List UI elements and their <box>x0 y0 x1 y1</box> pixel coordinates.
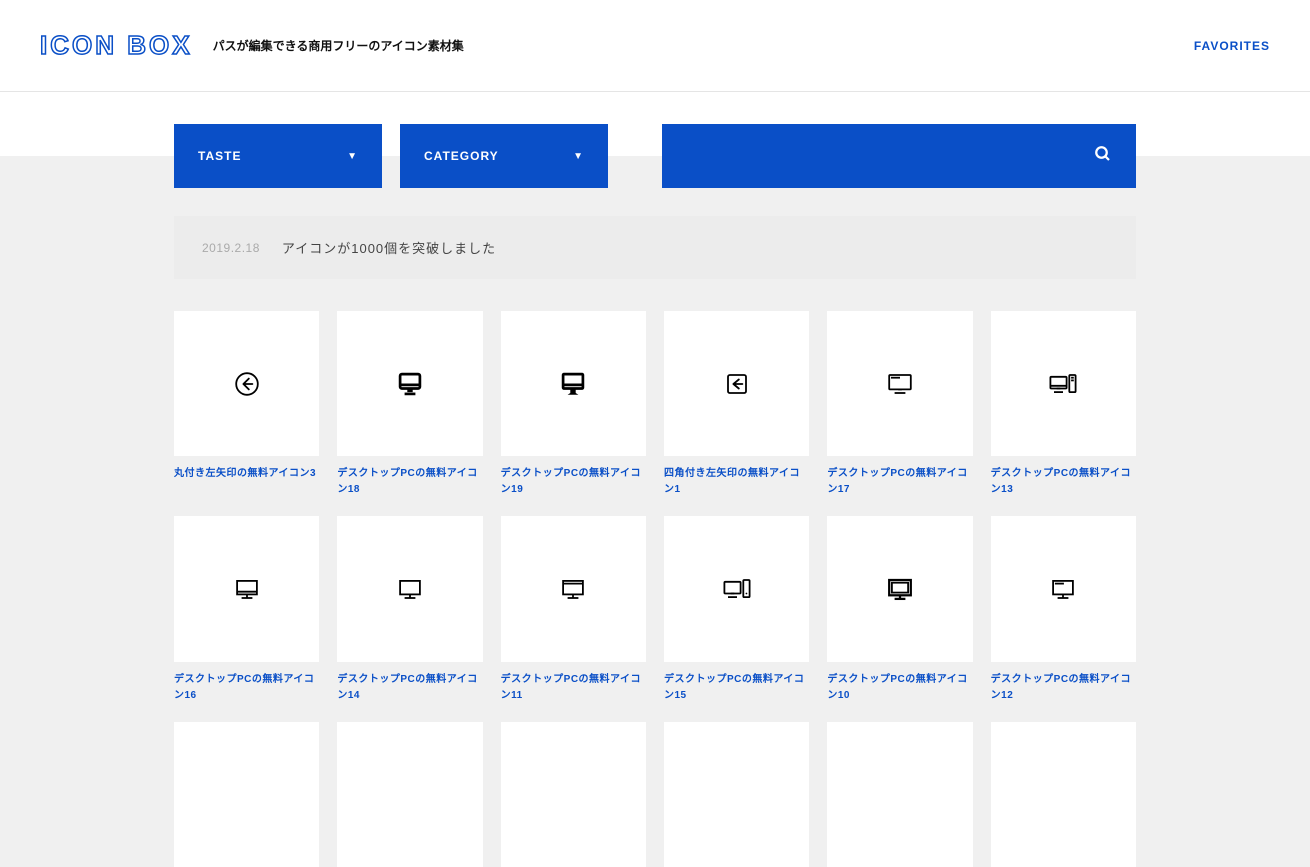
tagline: パスが編集できる商用フリーのアイコン素材集 <box>213 37 464 54</box>
icon-title: 丸付き左矢印の無料アイコン3 <box>174 466 319 482</box>
icon-title: デスクトップPCの無料アイコン12 <box>991 672 1136 704</box>
icon-title: デスクトップPCの無料アイコン15 <box>664 672 809 704</box>
taste-dropdown[interactable]: TASTE ▼ <box>174 124 382 188</box>
icon-thumbnail <box>174 722 319 867</box>
news-date: 2019.2.18 <box>202 241 260 255</box>
icon-card[interactable]: デスクトップPCの無料アイコン19 <box>501 311 646 498</box>
icon-thumbnail <box>991 311 1136 456</box>
icon-thumbnail <box>664 722 809 867</box>
icon-thumbnail <box>664 311 809 456</box>
category-dropdown[interactable]: CATEGORY ▼ <box>400 124 608 188</box>
icon-thumbnail <box>664 516 809 661</box>
icon-card[interactable]: デスクトップPCの無料アイコン14 <box>337 516 482 703</box>
icon-title: デスクトップPCの無料アイコン16 <box>174 672 319 704</box>
icon-title: デスクトップPCの無料アイコン19 <box>501 466 646 498</box>
icon-title: デスクトップPCの無料アイコン13 <box>991 466 1136 498</box>
icon-title: デスクトップPCの無料アイコン10 <box>827 672 972 704</box>
icon-card[interactable] <box>827 722 972 867</box>
icon-card[interactable]: デスクトップPCの無料アイコン10 <box>827 516 972 703</box>
icon-thumbnail <box>501 311 646 456</box>
icon-card[interactable] <box>174 722 319 867</box>
icon-title: デスクトップPCの無料アイコン18 <box>337 466 482 498</box>
icon-thumbnail <box>827 311 972 456</box>
icon-card[interactable]: デスクトップPCの無料アイコン12 <box>991 516 1136 703</box>
icon-card[interactable] <box>991 722 1136 867</box>
icon-thumbnail <box>337 722 482 867</box>
icon-thumbnail <box>337 311 482 456</box>
icon-thumbnail <box>827 722 972 867</box>
chevron-down-icon: ▼ <box>573 151 584 162</box>
icon-thumbnail <box>174 516 319 661</box>
search-icon[interactable] <box>1094 145 1112 168</box>
icon-thumbnail <box>174 311 319 456</box>
icon-card[interactable]: デスクトップPCの無料アイコン13 <box>991 311 1136 498</box>
icon-title: デスクトップPCの無料アイコン11 <box>501 672 646 704</box>
icon-card[interactable]: デスクトップPCの無料アイコン18 <box>337 311 482 498</box>
icon-thumbnail <box>501 722 646 867</box>
icon-card[interactable] <box>501 722 646 867</box>
icon-title: 四角付き左矢印の無料アイコン1 <box>664 466 809 498</box>
icon-card[interactable] <box>664 722 809 867</box>
icon-card[interactable]: 四角付き左矢印の無料アイコン1 <box>664 311 809 498</box>
search-input[interactable] <box>686 148 1094 164</box>
icon-card[interactable]: デスクトップPCの無料アイコン17 <box>827 311 972 498</box>
search-bar[interactable] <box>662 124 1136 188</box>
chevron-down-icon: ▼ <box>347 151 358 162</box>
news-text: アイコンが1000個を突破しました <box>282 238 496 257</box>
category-label: CATEGORY <box>424 149 499 163</box>
icon-card[interactable] <box>337 722 482 867</box>
icon-thumbnail <box>827 516 972 661</box>
header: ICON BOX パスが編集できる商用フリーのアイコン素材集 FAVORITES <box>0 0 1310 92</box>
icon-thumbnail <box>501 516 646 661</box>
icon-thumbnail <box>337 516 482 661</box>
icon-card[interactable]: デスクトップPCの無料アイコン11 <box>501 516 646 703</box>
icon-grid: 丸付き左矢印の無料アイコン3 デスクトップPCの無料アイコン18 デスクトップPCの… <box>174 311 1136 867</box>
icon-title: デスクトップPCの無料アイコン17 <box>827 466 972 498</box>
icon-title: デスクトップPCの無料アイコン14 <box>337 672 482 704</box>
icon-card[interactable]: デスクトップPCの無料アイコン16 <box>174 516 319 703</box>
icon-thumbnail <box>991 516 1136 661</box>
icon-card[interactable]: デスクトップPCの無料アイコン15 <box>664 516 809 703</box>
icon-thumbnail <box>991 722 1136 867</box>
logo[interactable]: ICON BOX <box>40 30 193 61</box>
icon-card[interactable]: 丸付き左矢印の無料アイコン3 <box>174 311 319 498</box>
news-bar[interactable]: 2019.2.18 アイコンが1000個を突破しました <box>174 216 1136 279</box>
favorites-link[interactable]: FAVORITES <box>1194 39 1270 53</box>
taste-label: TASTE <box>198 149 241 163</box>
